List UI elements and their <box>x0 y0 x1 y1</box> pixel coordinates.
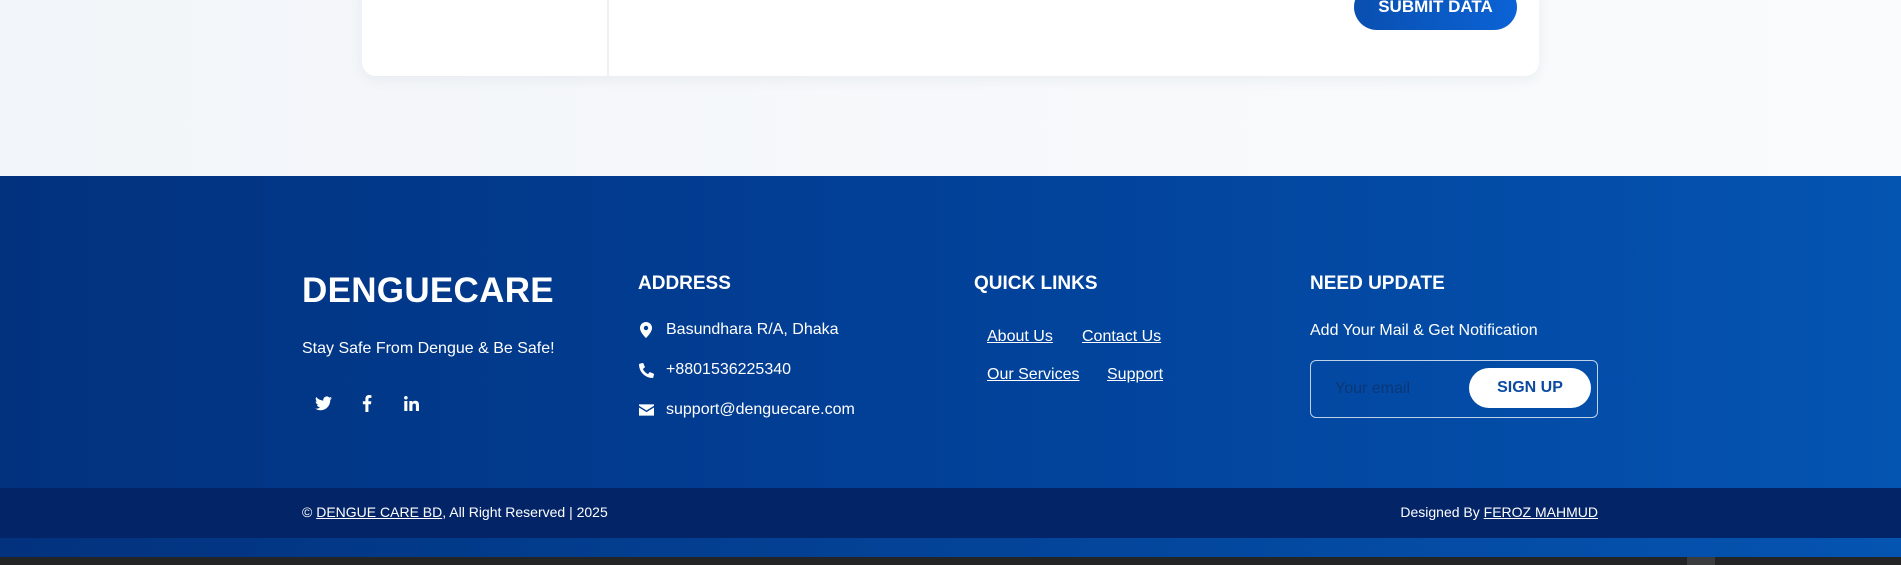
link-about-us[interactable]: About Us <box>987 328 1053 346</box>
company-link[interactable]: DENGUE CARE BD <box>316 504 442 520</box>
address-phone-text: +8801536225340 <box>666 361 792 378</box>
location-pin-icon <box>638 322 654 338</box>
footer-tagline: Stay Safe From Dengue & Be Safe! <box>302 340 555 357</box>
address-phone: +8801536225340 <box>638 361 791 379</box>
copyright-symbol: © <box>302 504 313 520</box>
footer-brand-name: DENGUECARE <box>302 271 554 310</box>
site-footer: DENGUECARE Stay Safe From Dengue & Be Sa… <box>0 176 1901 488</box>
link-contact-us[interactable]: Contact Us <box>1082 328 1161 346</box>
designer-link[interactable]: FEROZ MAHMUD <box>1484 504 1598 520</box>
twitter-icon[interactable] <box>313 393 333 413</box>
newsletter-form: SIGN UP <box>1310 360 1598 418</box>
newsletter-text: Add Your Mail & Get Notification <box>1310 322 1538 339</box>
newsletter-email-input[interactable] <box>1323 373 1485 405</box>
quick-links-title: QUICK LINKS <box>974 273 1098 294</box>
copyright-text: © DENGUE CARE BD, All Right Reserved | 2… <box>302 504 608 520</box>
designed-by-label: Designed By <box>1400 504 1480 520</box>
facebook-icon[interactable] <box>357 393 377 413</box>
page-background: SUBMIT DATA <box>0 0 1901 176</box>
envelope-icon <box>638 402 654 418</box>
address-location: Basundhara R/A, Dhaka <box>638 321 839 339</box>
linkedin-icon[interactable] <box>401 393 421 413</box>
horizontal-scrollbar[interactable] <box>0 557 1901 565</box>
link-support[interactable]: Support <box>1107 366 1163 384</box>
footer-bottom-strip <box>0 538 1901 557</box>
sign-up-button[interactable]: SIGN UP <box>1469 368 1591 408</box>
copyright-bar: © DENGUE CARE BD, All Right Reserved | 2… <box>0 488 1901 538</box>
phone-icon <box>638 362 654 378</box>
address-title: ADDRESS <box>638 273 731 294</box>
social-links <box>313 393 421 413</box>
submit-data-button[interactable]: SUBMIT DATA <box>1354 0 1517 30</box>
address-email: support@denguecare.com <box>638 401 855 419</box>
designer-credit: Designed By FEROZ MAHMUD <box>1400 504 1598 520</box>
link-our-services[interactable]: Our Services <box>987 366 1079 384</box>
form-card-divider <box>607 0 609 76</box>
rights-text: , All Right Reserved | 2025 <box>442 504 608 520</box>
address-email-text: support@denguecare.com <box>666 401 855 418</box>
newsletter-title: NEED UPDATE <box>1310 273 1445 294</box>
scrollbar-thumb[interactable] <box>1687 557 1715 565</box>
address-location-text: Basundhara R/A, Dhaka <box>666 321 839 338</box>
